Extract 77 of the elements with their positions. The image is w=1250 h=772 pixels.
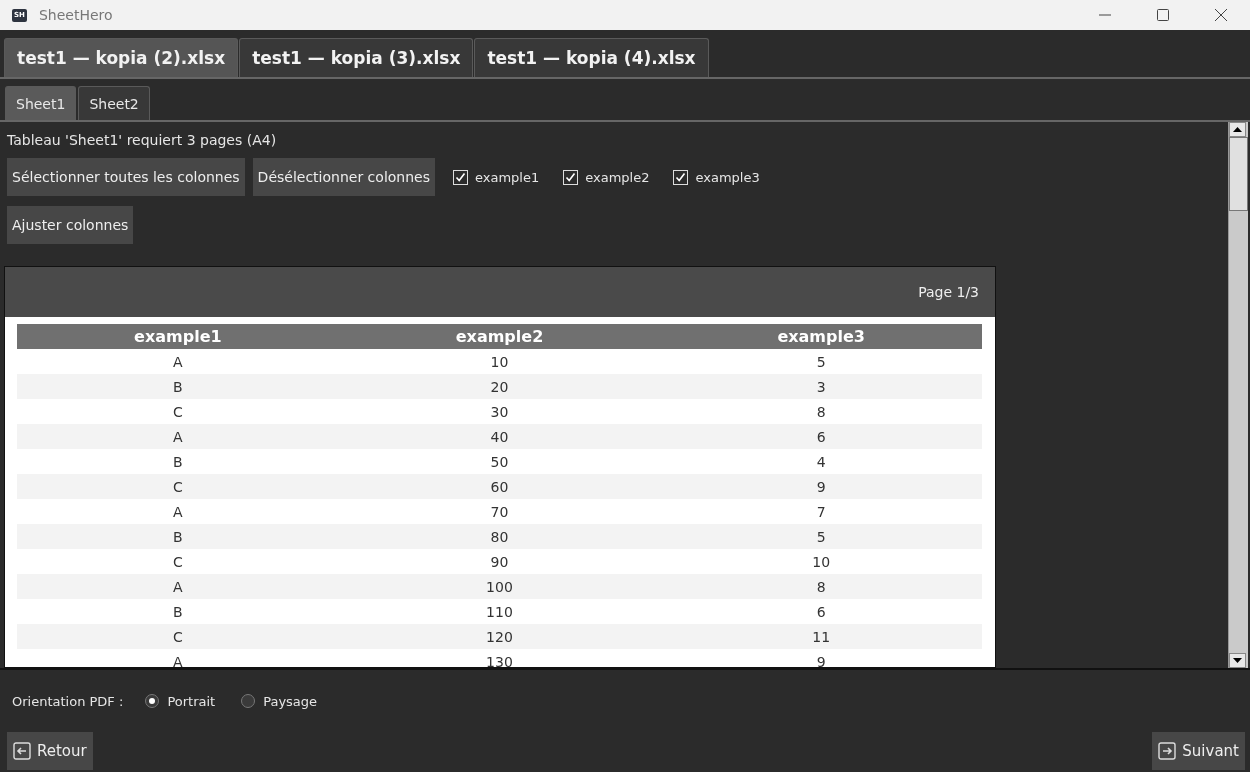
arrow-left-icon — [13, 742, 31, 760]
radio-button[interactable] — [241, 694, 256, 708]
checkbox-label: example1 — [475, 169, 540, 185]
column-header: example1 — [17, 324, 339, 349]
table-cell: 10 — [660, 549, 982, 574]
table-cell: 60 — [338, 474, 661, 499]
file-tab[interactable]: test1 — kopia (3).xlsx — [239, 38, 474, 77]
table-cell: 110 — [338, 599, 661, 624]
file-tab[interactable]: test1 — kopia (2).xlsx — [4, 38, 239, 77]
checkbox[interactable] — [673, 169, 689, 185]
table-cell: A — [17, 499, 339, 524]
checkmark-icon — [565, 171, 577, 183]
table-cell: B — [17, 599, 339, 624]
sheet-tab[interactable]: Sheet2 — [78, 86, 150, 120]
checkbox[interactable] — [563, 169, 579, 185]
window-title: SheetHero — [38, 7, 114, 23]
scroll-up-icon[interactable] — [1229, 122, 1246, 137]
file-tab[interactable]: test1 — kopia (4).xlsx — [474, 38, 709, 77]
table-cell: 100 — [338, 574, 661, 599]
table-cell: 20 — [338, 374, 661, 399]
checkbox-label: example2 — [585, 169, 650, 185]
table-cell: 11 — [660, 624, 982, 649]
table-cell: 9 — [660, 474, 982, 499]
table-cell: 5 — [660, 349, 982, 374]
table-cell: 6 — [660, 424, 982, 449]
table-cell: 10 — [338, 349, 661, 374]
table-cell: C — [17, 549, 339, 574]
table-cell: 6 — [660, 599, 982, 624]
next-button[interactable]: Suivant — [1152, 732, 1245, 770]
column-button[interactable]: Sélectionner toutes les colonnes — [7, 158, 245, 196]
table-cell: 90 — [338, 549, 661, 574]
table-cell: C — [17, 474, 339, 499]
orientation-label: Orientation PDF : — [12, 693, 124, 709]
scroll-down-icon[interactable] — [1229, 653, 1246, 668]
column-header: example2 — [338, 324, 661, 349]
checkmark-icon — [455, 171, 466, 183]
checkmark-icon — [675, 171, 687, 183]
table-cell: 7 — [660, 499, 982, 524]
table-cell: 4 — [660, 449, 982, 474]
arrow-right-icon — [1158, 742, 1177, 760]
table-cell: 5 — [660, 524, 982, 549]
table-cell: B — [17, 449, 339, 474]
maximize-icon[interactable] — [1156, 8, 1170, 22]
back-button[interactable]: Retour — [7, 732, 93, 770]
table-cell: 80 — [338, 524, 661, 549]
table-cell: C — [17, 624, 339, 649]
table-cell: A — [17, 349, 339, 374]
scrollbar[interactable] — [1228, 122, 1248, 668]
table-cell: 30 — [338, 399, 661, 424]
column-button[interactable]: Désélectionner colonnes — [252, 158, 435, 196]
radio-button[interactable] — [145, 694, 160, 708]
table-cell: A — [17, 574, 339, 599]
adjust-columns-button[interactable]: Ajuster colonnes — [7, 206, 134, 244]
scroll-thumb[interactable] — [1229, 137, 1248, 211]
checkbox[interactable] — [453, 169, 468, 185]
info-text: Tableau 'Sheet1' requiert 3 pages (A4) — [7, 132, 277, 148]
radio-label: Paysage — [263, 693, 318, 709]
radio-label: Portrait — [167, 693, 216, 709]
table-cell: B — [17, 374, 339, 399]
table-cell: 3 — [660, 374, 982, 399]
table-cell: 40 — [338, 424, 661, 449]
table-cell: A — [17, 424, 339, 449]
table-cell: C — [17, 399, 339, 424]
table-cell: A — [17, 649, 339, 667]
table-cell: 8 — [660, 399, 982, 424]
table-cell: 130 — [338, 649, 661, 667]
sheet-tab[interactable]: Sheet1 — [5, 86, 77, 120]
column-header: example3 — [660, 324, 982, 349]
checkbox-label: example3 — [695, 169, 760, 185]
close-icon[interactable] — [1214, 8, 1228, 22]
table-cell: B — [17, 524, 339, 549]
page-label: Page 1/3 — [918, 284, 979, 300]
table-cell: 8 — [660, 574, 982, 599]
table-cell: 120 — [338, 624, 661, 649]
table-cell: 9 — [660, 649, 982, 667]
table-cell: 50 — [338, 449, 661, 474]
table-cell: 70 — [338, 499, 661, 524]
